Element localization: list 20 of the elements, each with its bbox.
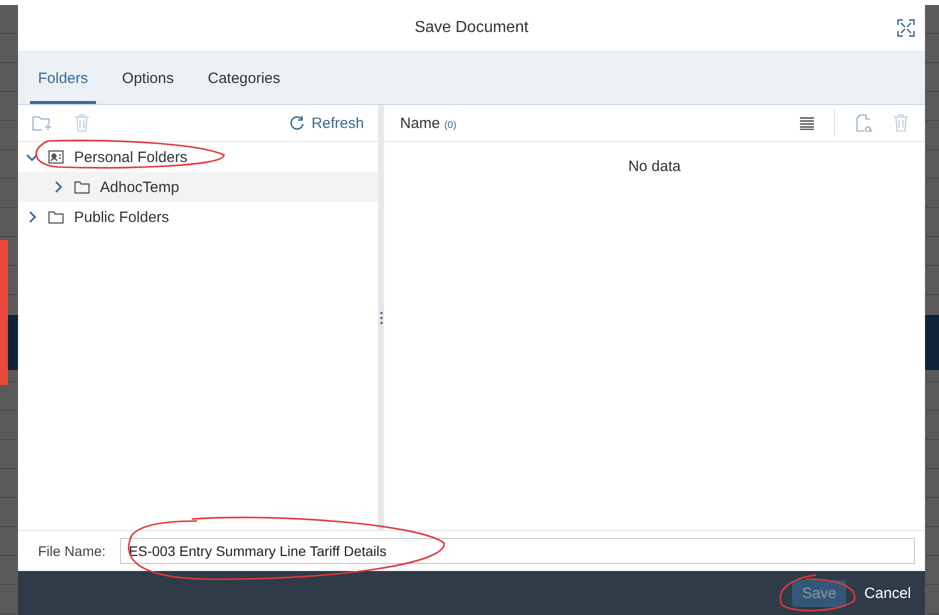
empty-message: No data <box>628 158 681 175</box>
folder-icon <box>74 180 90 194</box>
column-header: Name (0) <box>400 114 456 132</box>
dialog-title: Save Document <box>414 19 528 37</box>
contact-card-icon <box>48 150 64 164</box>
field-label: File Name: <box>38 543 106 559</box>
tree-item[interactable]: Personal Folders <box>18 142 378 172</box>
fullscreen-icon[interactable] <box>897 19 915 37</box>
splitter-handle-icon[interactable] <box>380 310 382 324</box>
tree-item[interactable]: AdhocTemp <box>18 172 378 202</box>
refresh-icon <box>289 115 306 131</box>
tab[interactable]: Categories <box>200 70 288 104</box>
list-view-icon[interactable] <box>800 116 814 130</box>
folder-icon <box>48 210 64 224</box>
tree-item[interactable]: Public Folders <box>18 202 378 232</box>
file-name-field[interactable]: ES-003 Entry Summary Line Tariff Details <box>120 538 915 564</box>
refresh-button[interactable]: Refresh <box>289 114 364 132</box>
cancel-button[interactable]: Cancel <box>854 580 921 606</box>
tab[interactable]: Folders <box>30 70 96 104</box>
tab[interactable]: Options <box>114 70 182 104</box>
